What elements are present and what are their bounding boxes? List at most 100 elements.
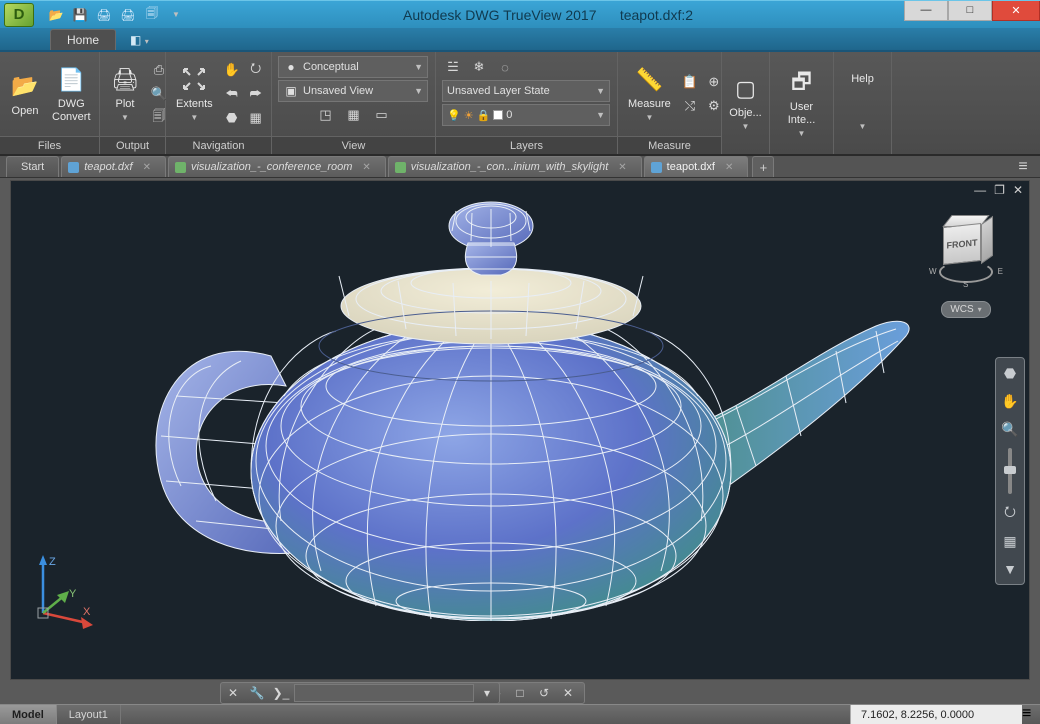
extents-label: Extents (176, 98, 213, 111)
current-layer-dropdown[interactable]: 💡 ☀ 🔒 0 ▼ (442, 104, 610, 126)
layer-properties-icon[interactable]: ☱ (442, 56, 464, 78)
pan-icon[interactable]: ✋ (221, 59, 243, 81)
stop-icon[interactable]: □ (510, 684, 530, 702)
dwg-convert-button[interactable]: 📄 DWG Convert (48, 55, 95, 133)
viewcube-front-face[interactable]: FRONT (943, 223, 981, 265)
tabs-menu-icon[interactable]: ≡ (1012, 156, 1034, 177)
plot-button[interactable]: 🖨 Plot ▼ (106, 55, 144, 133)
close-icon[interactable]: ✕ (143, 162, 151, 173)
wrench-icon[interactable]: 🔧 (246, 684, 268, 702)
zoom-slider[interactable] (1008, 448, 1012, 494)
viewcube-side-face[interactable] (981, 216, 993, 264)
tab-condominium[interactable]: visualization_-_con...inium_with_skyligh… (388, 156, 642, 177)
named-view-value: Unsaved View (303, 85, 373, 97)
panel-objects[interactable]: ▢ Obje... ▼ (722, 52, 770, 154)
close-icon[interactable]: ✕ (362, 162, 370, 173)
viewcube-compass[interactable]: W E S (931, 265, 1001, 283)
visual-style-dropdown[interactable]: ●Conceptual ▼ (278, 56, 428, 78)
layout1-tab[interactable]: Layout1 (57, 705, 121, 724)
viewport[interactable]: — ❐ ✕ FRONT W E S WCS▾ ⬣ ✋ 🔍 ⭮ ▦ ▼ (10, 180, 1030, 680)
command-input[interactable] (294, 684, 474, 702)
close-button[interactable]: ✕ (992, 1, 1040, 21)
tab-label: teapot.dxf (667, 161, 715, 173)
save-icon[interactable]: 💾 (70, 5, 90, 25)
zoom-previous-icon[interactable]: ⮪ (221, 83, 243, 105)
tab-teapot-1[interactable]: teapot.dxf ✕ (61, 156, 166, 177)
layer-off-icon[interactable]: ◌ (494, 56, 516, 78)
tab-plug-icon[interactable]: ◧ ▾ (118, 30, 161, 50)
wcs-badge[interactable]: WCS▾ (941, 301, 990, 318)
dwg-icon (395, 162, 406, 173)
steering-wheel-icon[interactable]: ⬣ (221, 107, 243, 129)
compass-e: E (998, 267, 1003, 276)
close-icon[interactable]: ✕ (558, 684, 578, 702)
view-cube-icon[interactable]: ◳ (315, 104, 337, 126)
view-icon: ▣ (283, 83, 299, 99)
print-icon[interactable]: 🖨 (94, 5, 114, 25)
modelspace-tab[interactable]: Model (0, 705, 57, 724)
publish-icon[interactable]: 🗐 (142, 5, 162, 25)
close-icon[interactable]: ✕ (725, 162, 733, 173)
steering-wheel-icon[interactable]: ⬣ (999, 362, 1021, 384)
chevron-down-icon: ▼ (596, 86, 605, 96)
tab-label: visualization_-_con...inium_with_skyligh… (411, 161, 608, 173)
sun-icon: ☀ (464, 109, 474, 122)
ribbon: 📂 Open 📄 DWG Convert Files 🖨 Plot ▼ ⎙ 🔍 … (0, 52, 1040, 156)
status-menu-icon[interactable]: ≡ (1022, 705, 1040, 724)
tab-start[interactable]: Start (6, 156, 59, 177)
panel-layers: ☱ ❄ ◌ Unsaved Layer State ▼ 💡 ☀ 🔒 0 ▼ La… (436, 52, 618, 154)
current-layer-value: 0 (506, 109, 512, 121)
new-tab-button[interactable]: + (752, 156, 774, 177)
open-folder-icon[interactable]: 📂 (46, 5, 66, 25)
app-icon[interactable]: D (4, 3, 34, 27)
restore-icon[interactable]: ❐ (992, 183, 1007, 197)
tab-label: teapot.dxf (84, 161, 132, 173)
ucs-icon: Z X Y (25, 551, 105, 631)
viewport-window-controls: — ❐ ✕ (972, 183, 1025, 197)
navbar-menu-icon[interactable]: ▼ (999, 558, 1021, 580)
panel-help[interactable]: Help ▼ (834, 52, 892, 154)
pan-icon[interactable]: ✋ (999, 390, 1021, 412)
close-icon[interactable]: ✕ (1011, 183, 1025, 197)
tab-home[interactable]: Home (50, 29, 116, 50)
minimize-button[interactable]: — (904, 1, 948, 21)
zoom-next-icon[interactable]: ⮫ (245, 83, 267, 105)
tab-teapot-2[interactable]: teapot.dxf ✕ (644, 156, 749, 177)
compass-s: S (963, 280, 968, 289)
minimize-icon[interactable]: — (972, 183, 988, 197)
extents-button[interactable]: Extents ▼ (172, 55, 217, 133)
ucs-icon[interactable]: ⤭ (679, 95, 701, 117)
view-grid-icon[interactable]: ▦ (343, 104, 365, 126)
visual-style-value: Conceptual (303, 61, 359, 73)
orbit-icon[interactable]: ⭮ (245, 59, 267, 81)
status-bar: Model Layout1 7.1602, 8.2256, 0.0000 ≡ (0, 704, 1040, 724)
tab-conference-room[interactable]: visualization_-_conference_room✕ (168, 156, 386, 177)
window-buttons: — □ ✕ (904, 1, 1040, 21)
chevron-down-icon: ▼ (414, 62, 423, 72)
named-view-dropdown[interactable]: ▣Unsaved View ▼ (278, 80, 428, 102)
panel-user-interface[interactable]: 🗗 User Inte... ▼ (770, 52, 834, 154)
showmotion-icon[interactable]: ▦ (999, 530, 1021, 552)
list-icon[interactable]: 📋 (679, 71, 701, 93)
loop-icon[interactable]: ↺ (534, 684, 554, 702)
command-history-icon[interactable]: ▾ (476, 684, 498, 702)
folder-open-icon: 📂 (10, 71, 40, 101)
layer-freeze-icon[interactable]: ❄ (468, 56, 490, 78)
print-icon[interactable]: 🖨 (118, 5, 138, 25)
maximize-button[interactable]: □ (948, 1, 992, 21)
chevron-right-icon[interactable]: ❯_ (270, 684, 292, 702)
layer-state-dropdown[interactable]: Unsaved Layer State ▼ (442, 80, 610, 102)
zoom-icon[interactable]: 🔍 (999, 418, 1021, 440)
objects-label: Obje... (729, 107, 761, 120)
wcs-label: WCS (950, 304, 973, 315)
close-icon[interactable]: ✕ (618, 162, 626, 173)
qat-menu-icon[interactable]: ▼ (166, 5, 186, 25)
showmotion-icon[interactable]: ▦ (245, 107, 267, 129)
close-icon[interactable]: ✕ (222, 684, 244, 702)
coordinates-readout: 7.1602, 8.2256, 0.0000 (850, 705, 1022, 724)
viewport-icon[interactable]: ▭ (371, 104, 393, 126)
viewcube[interactable]: FRONT W E S WCS▾ (931, 217, 1001, 318)
orbit-icon[interactable]: ⭮ (999, 502, 1021, 524)
open-button[interactable]: 📂 Open (6, 55, 44, 133)
measure-button[interactable]: 📏 Measure ▼ (624, 55, 675, 133)
